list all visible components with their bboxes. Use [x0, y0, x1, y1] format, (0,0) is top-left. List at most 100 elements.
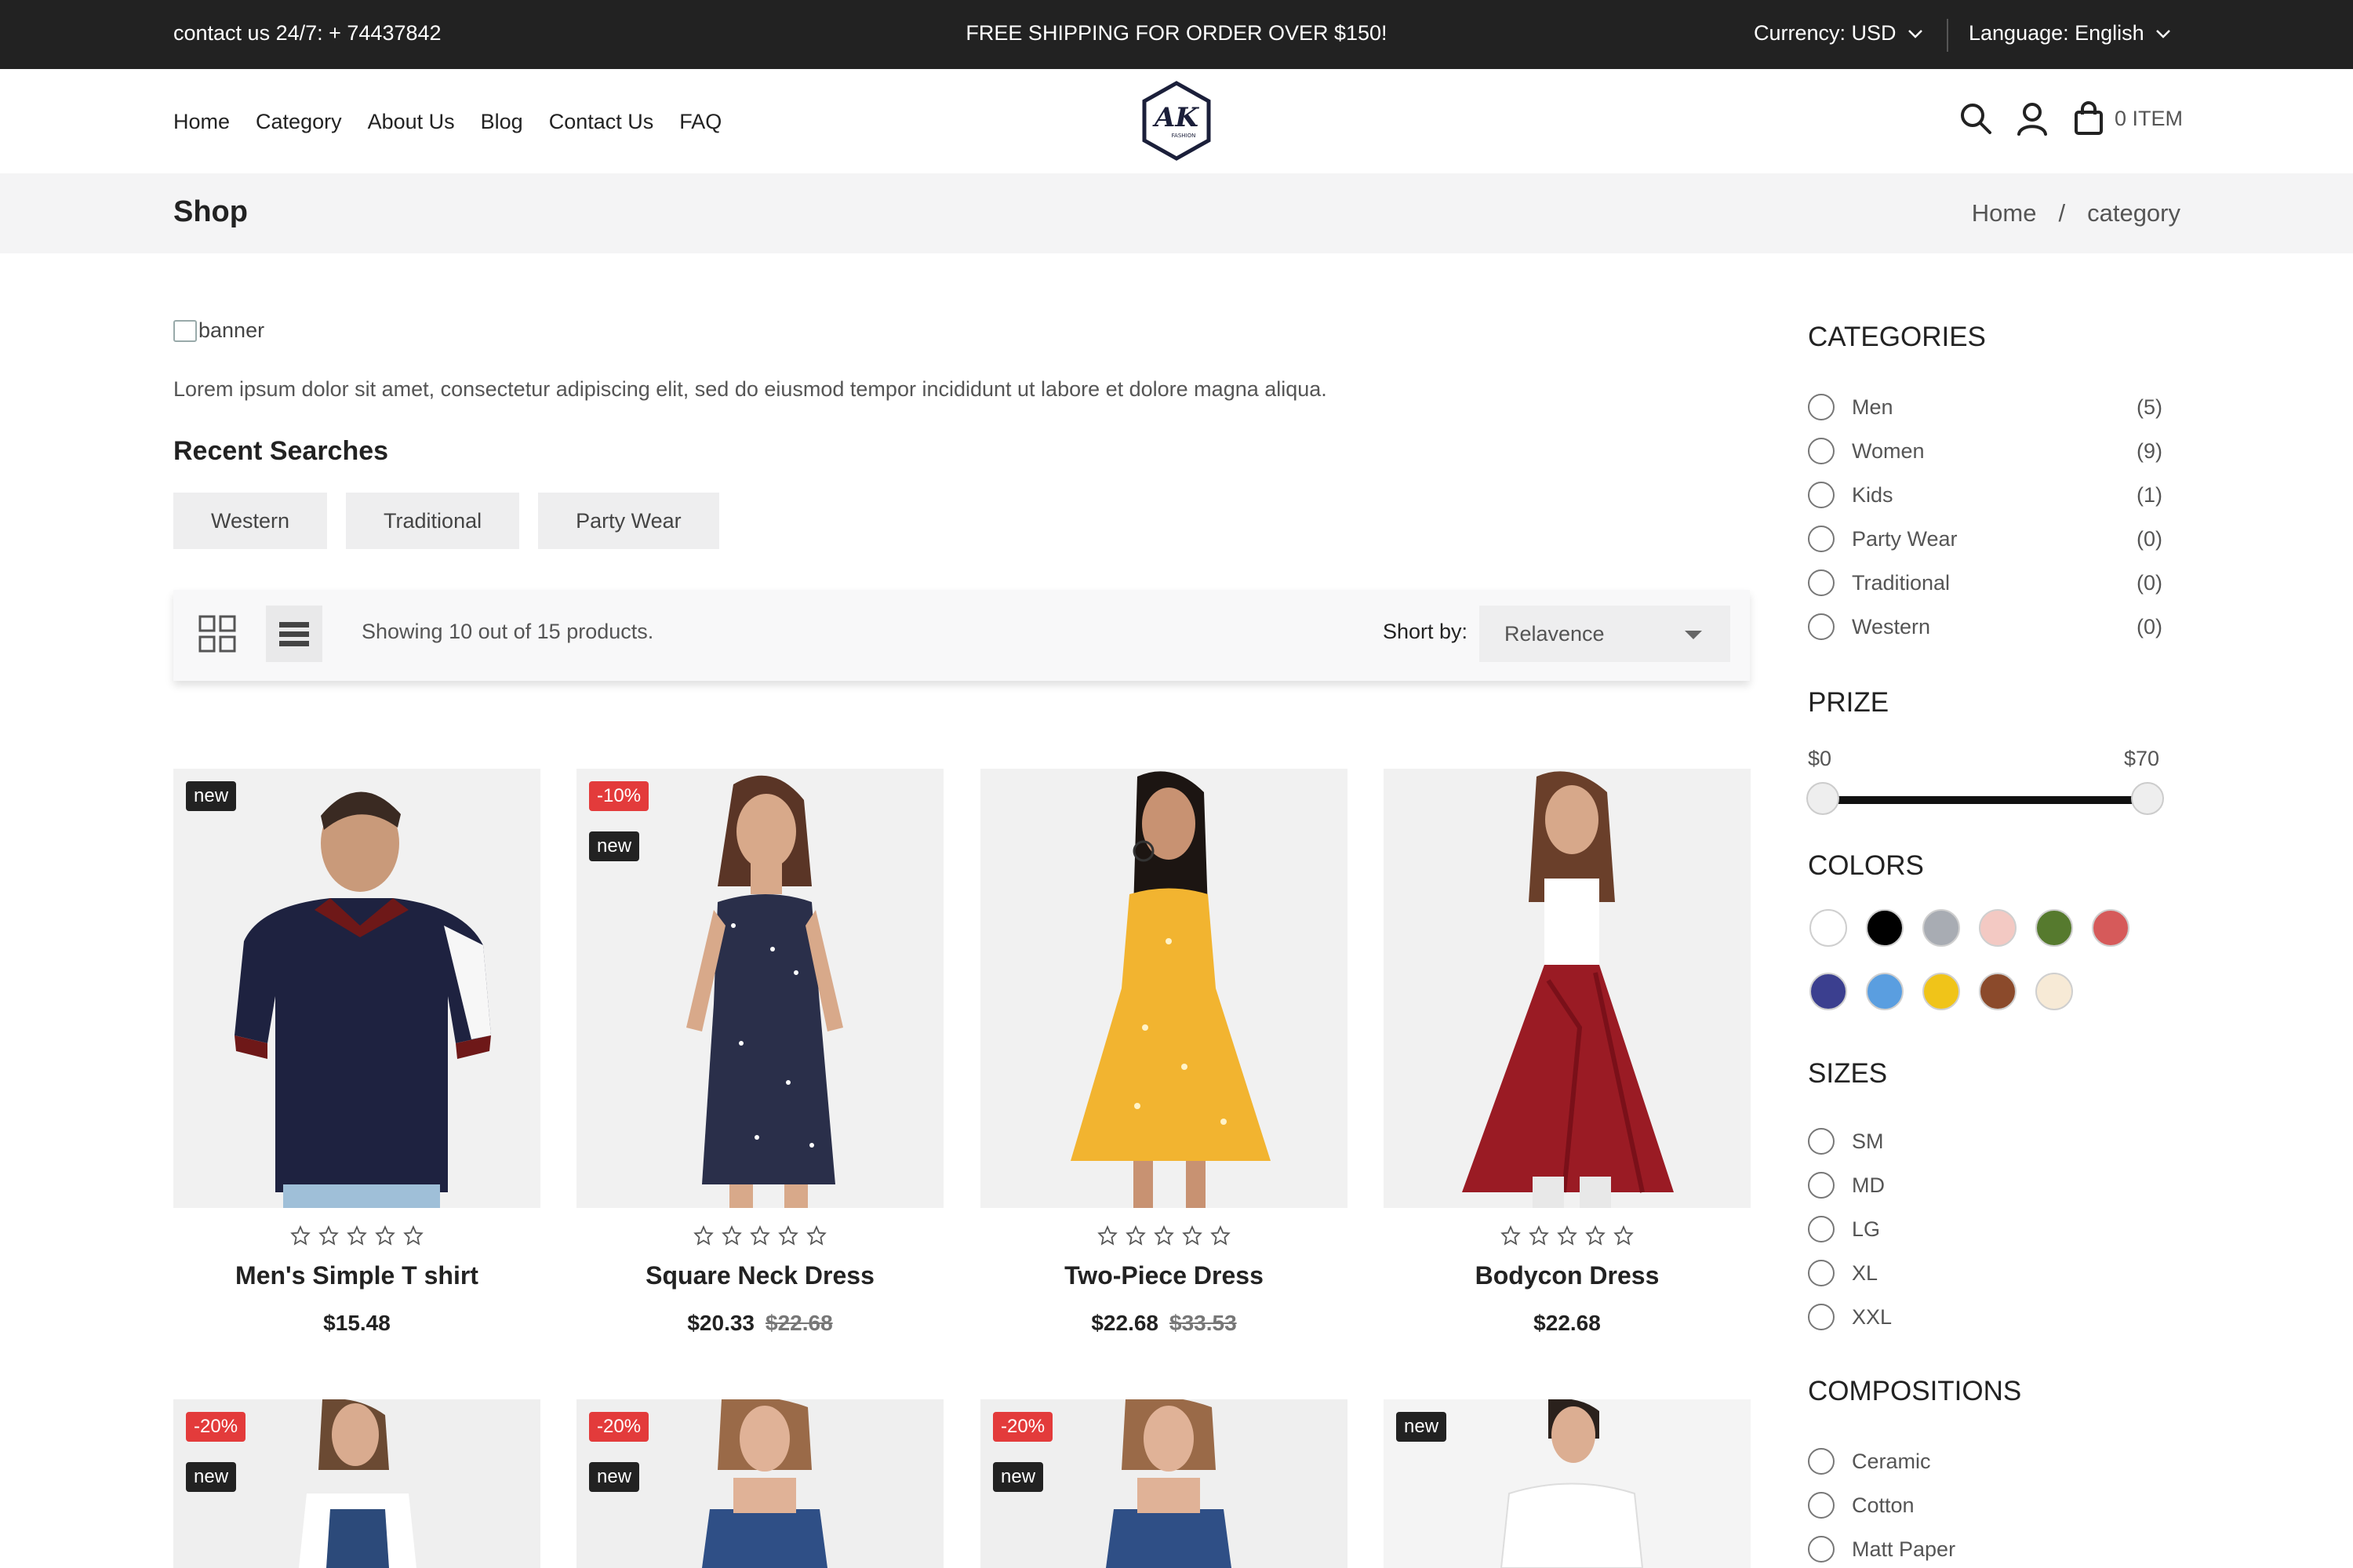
category-option-men[interactable]: Men (5): [1808, 391, 2162, 423]
category-option-western[interactable]: Western (0): [1808, 611, 2162, 642]
nav-faq[interactable]: FAQ: [679, 110, 722, 134]
size-option-lg[interactable]: LG: [1808, 1213, 2162, 1245]
radio-button[interactable]: [1808, 526, 1835, 552]
composition-option-ceramic[interactable]: Ceramic: [1808, 1446, 2162, 1477]
product-card[interactable]: Two-Piece Dress $22.68 $33.53: [980, 769, 1347, 1336]
product-name[interactable]: Bodycon Dress: [1384, 1261, 1751, 1290]
product-name[interactable]: Two-Piece Dress: [980, 1261, 1347, 1290]
product-image[interactable]: -20% new: [980, 1399, 1347, 1568]
product-image[interactable]: -20% new: [173, 1399, 540, 1568]
radio-button[interactable]: [1808, 1304, 1835, 1330]
size-option-sm[interactable]: SM: [1808, 1126, 2162, 1157]
category-count: (0): [2137, 526, 2162, 551]
radio-button[interactable]: [1808, 1448, 1835, 1475]
product-card[interactable]: new Men's Simple T shirt $15.48: [173, 769, 540, 1336]
radio-button[interactable]: [1808, 1172, 1835, 1199]
product-image[interactable]: new: [173, 769, 540, 1208]
sale-badge: -20%: [993, 1412, 1053, 1442]
color-swatch[interactable]: [1809, 909, 1847, 947]
cart-icon[interactable]: [2071, 100, 2107, 136]
category-option-kids[interactable]: Kids (1): [1808, 479, 2162, 511]
price-slider-max-handle[interactable]: [2131, 782, 2164, 815]
product-name[interactable]: Square Neck Dress: [576, 1261, 944, 1290]
radio-button[interactable]: [1808, 569, 1835, 596]
radio-button[interactable]: [1808, 1216, 1835, 1242]
nav-category[interactable]: Category: [256, 110, 342, 134]
sizes-title: SIZES: [1808, 1058, 1888, 1089]
product-name[interactable]: Men's Simple T shirt: [173, 1261, 540, 1290]
size-option-md[interactable]: MD: [1808, 1170, 2162, 1201]
price-min-label: $0: [1808, 747, 1832, 770]
product-image[interactable]: [980, 769, 1347, 1208]
color-swatch[interactable]: [2035, 973, 2073, 1010]
rating-stars: [173, 1225, 540, 1252]
brand-logo[interactable]: AK FASHION: [1141, 81, 1212, 161]
color-swatch[interactable]: [1979, 909, 2017, 947]
product-card[interactable]: -20% new: [980, 1399, 1347, 1568]
language-dropdown[interactable]: Language: English: [1969, 21, 2171, 45]
product-image[interactable]: -20% new: [576, 1399, 944, 1568]
divider: [1947, 19, 1948, 52]
product-card[interactable]: -20% new: [173, 1399, 540, 1568]
recent-search-chip[interactable]: Western: [173, 493, 328, 549]
color-swatch[interactable]: [1922, 973, 1960, 1010]
color-swatch[interactable]: [1979, 973, 2017, 1010]
currency-dropdown[interactable]: Currency: USD: [1754, 21, 1923, 45]
product-image[interactable]: new: [1384, 1399, 1751, 1568]
rating-stars: [1384, 1225, 1751, 1252]
language-label: Language: English: [1969, 21, 2144, 45]
product-image[interactable]: -10% new: [576, 769, 944, 1208]
color-swatch[interactable]: [1809, 973, 1847, 1010]
composition-option-cotton[interactable]: Cotton: [1808, 1490, 2162, 1521]
search-icon[interactable]: [1958, 100, 1994, 136]
category-option-women[interactable]: Women (9): [1808, 435, 2162, 467]
new-badge: new: [993, 1462, 1044, 1493]
user-icon[interactable]: [2014, 100, 2050, 136]
star-icon: [1126, 1225, 1146, 1246]
radio-button[interactable]: [1808, 394, 1835, 420]
radio-button[interactable]: [1808, 613, 1835, 640]
nav-contact-us[interactable]: Contact Us: [549, 110, 654, 134]
new-badge: new: [589, 831, 640, 862]
sort-select[interactable]: Relavence: [1479, 606, 1730, 662]
product-card[interactable]: Bodycon Dress $22.68: [1384, 769, 1751, 1336]
nav-home[interactable]: Home: [173, 110, 230, 134]
composition-label: Ceramic: [1852, 1449, 1931, 1473]
color-swatch[interactable]: [1866, 909, 1904, 947]
size-option-xl[interactable]: XL: [1808, 1257, 2162, 1289]
color-swatch[interactable]: [2092, 909, 2129, 947]
recent-search-chip[interactable]: Party Wear: [538, 493, 719, 549]
composition-option-matt-paper[interactable]: Matt Paper: [1808, 1533, 2162, 1565]
radio-button[interactable]: [1808, 1492, 1835, 1519]
product-image[interactable]: [1384, 769, 1751, 1208]
price-max-label: $70: [2124, 747, 2160, 770]
product-card[interactable]: -10% new Square Neck Dress $20.33 $22.68: [576, 769, 944, 1336]
size-option-xxl[interactable]: XXL: [1808, 1301, 2162, 1333]
radio-button[interactable]: [1808, 1128, 1835, 1155]
price-slider-min-handle[interactable]: [1806, 782, 1839, 815]
radio-button[interactable]: [1808, 438, 1835, 464]
list-view-button[interactable]: [266, 606, 322, 662]
current-price: $22.68: [1533, 1311, 1601, 1335]
radio-button[interactable]: [1808, 1536, 1835, 1563]
product-card[interactable]: new: [1384, 1399, 1751, 1568]
color-swatch[interactable]: [2035, 909, 2073, 947]
color-swatch[interactable]: [1866, 973, 1904, 1010]
category-count: (0): [2137, 614, 2162, 638]
nav-about-us[interactable]: About Us: [368, 110, 455, 134]
grid-view-button[interactable]: [189, 606, 245, 662]
size-label: MD: [1852, 1173, 1885, 1197]
color-swatch[interactable]: [1922, 909, 1960, 947]
recent-searches-list: Western Traditional Party Wear: [173, 493, 719, 549]
price-slider-track[interactable]: [1824, 796, 2147, 804]
radio-button[interactable]: [1808, 1260, 1835, 1286]
nav-blog[interactable]: Blog: [481, 110, 523, 134]
recent-search-chip[interactable]: Traditional: [346, 493, 520, 549]
product-card[interactable]: -20% new: [576, 1399, 944, 1568]
breadcrumb-home[interactable]: Home: [1972, 199, 2037, 227]
category-option-traditional[interactable]: Traditional (0): [1808, 567, 2162, 598]
cart-count[interactable]: 0 ITEM: [2115, 107, 2183, 131]
radio-button[interactable]: [1808, 482, 1835, 508]
category-option-party-wear[interactable]: Party Wear (0): [1808, 523, 2162, 555]
sort-value: Relavence: [1504, 622, 1605, 646]
